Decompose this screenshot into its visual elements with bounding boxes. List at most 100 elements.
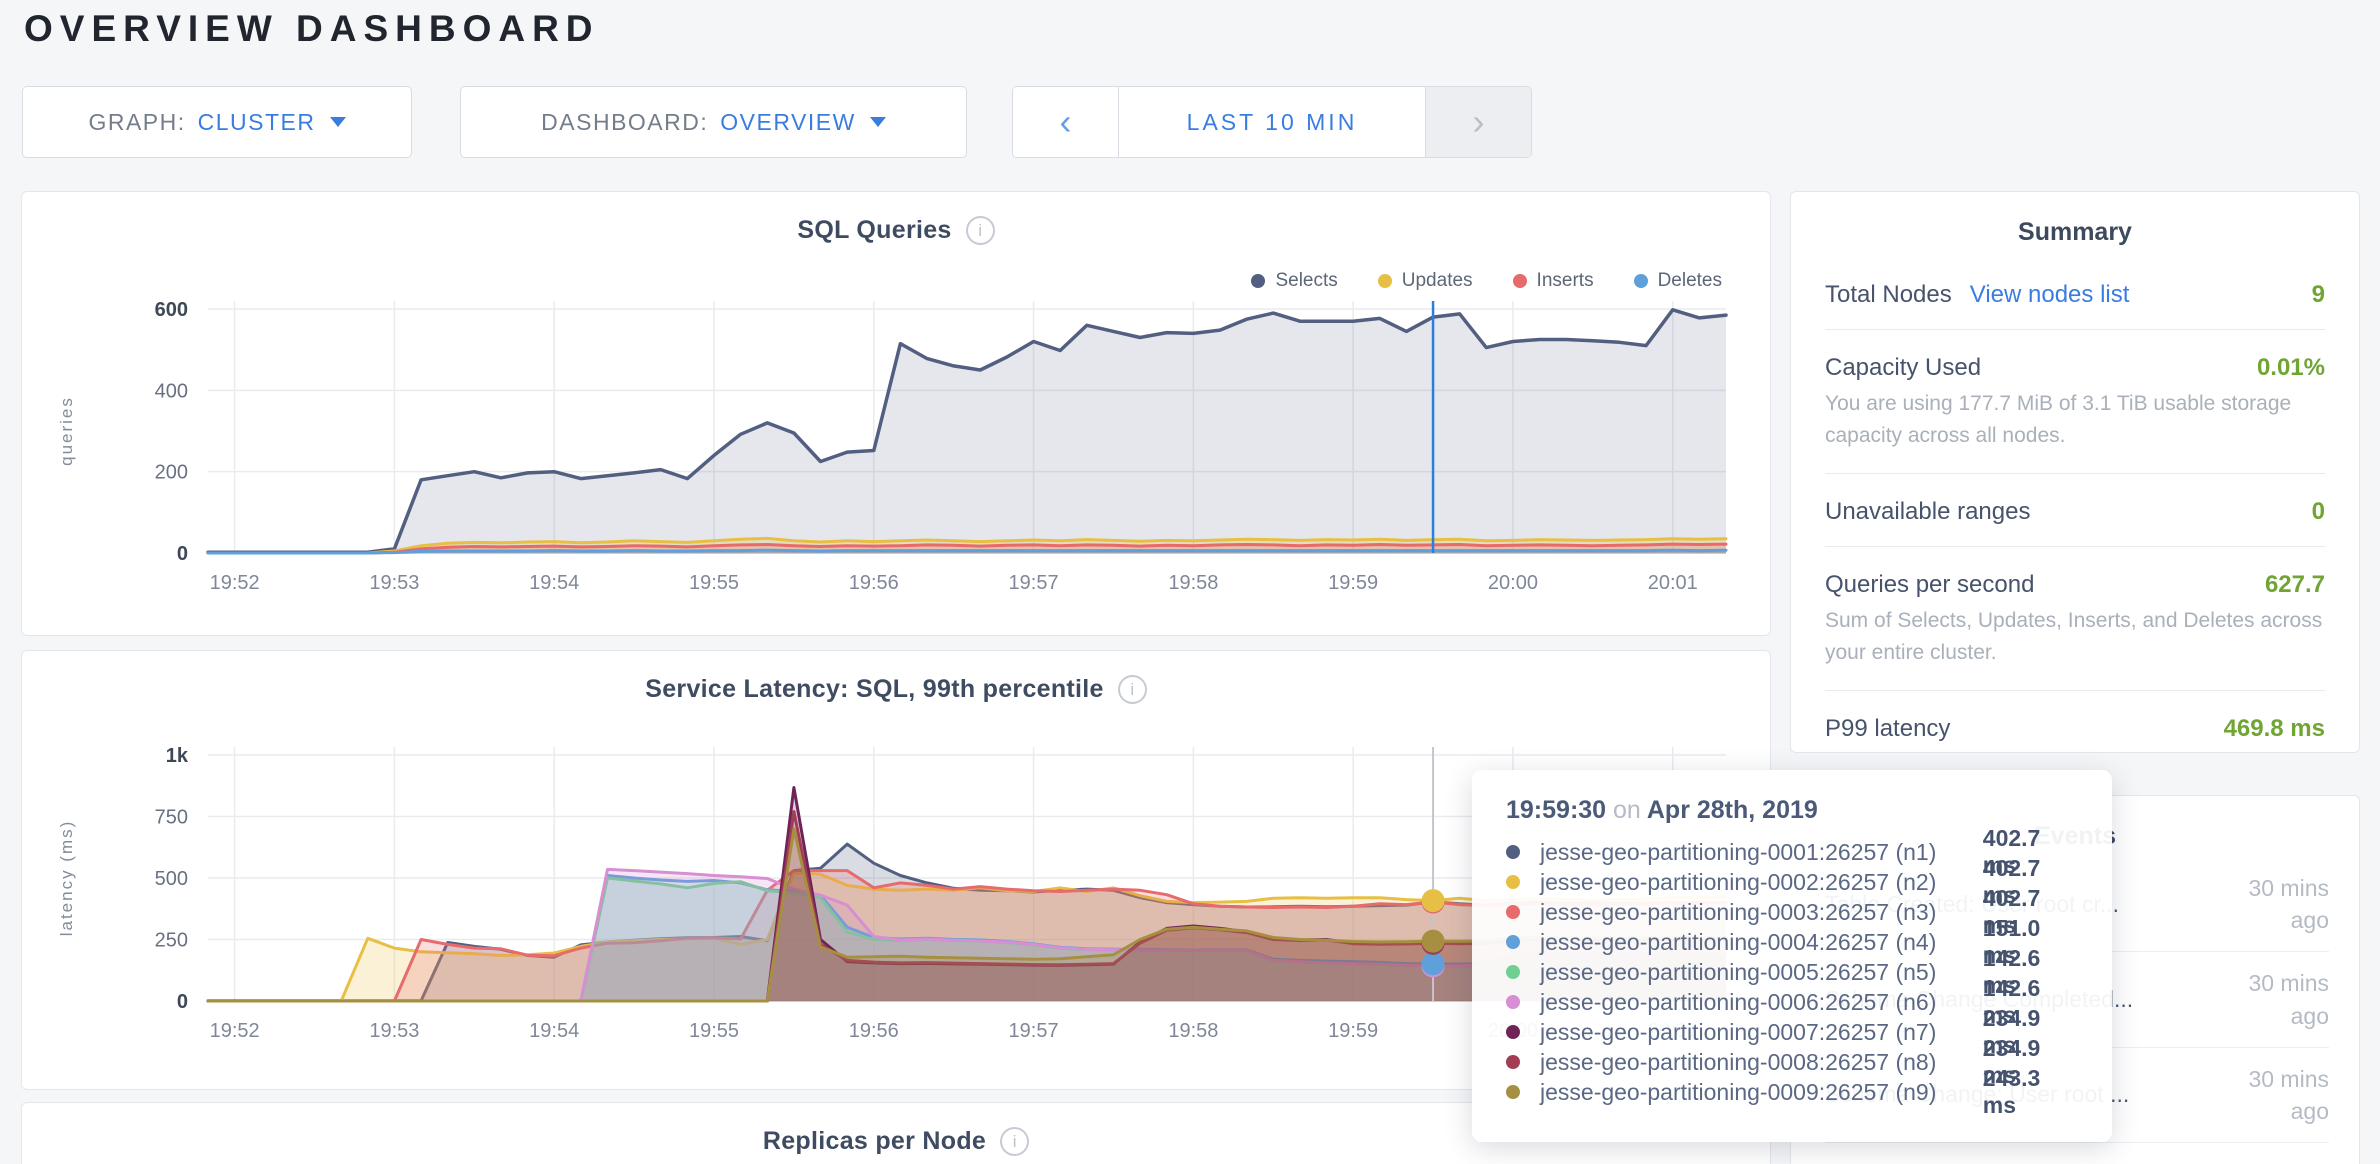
tooltip-timestamp: 19:59:30 on Apr 28th, 2019	[1506, 796, 2078, 825]
y-axis-tick: 500	[155, 868, 188, 890]
chart-title-replicas-per-node: Replicas per Node	[763, 1127, 986, 1156]
event-time: 30 mins ago	[2211, 967, 2329, 1031]
tooltip-on: on	[1613, 796, 1641, 824]
chevron-down-icon	[330, 117, 346, 127]
x-axis-tick: 19:55	[689, 572, 739, 594]
tooltip-node-name: jesse-geo-partitioning-0005:26257 (n5)	[1540, 959, 1983, 986]
overview-dashboard-page: OVERVIEW DASHBOARD GRAPH: CLUSTER DASHBO…	[0, 0, 2380, 1164]
chevron-down-icon	[870, 117, 886, 127]
qps-note: Sum of Selects, Updates, Inserts, and De…	[1825, 599, 2325, 691]
view-nodes-list-link[interactable]: View nodes list	[1970, 281, 2130, 309]
y-axis-tick: 600	[155, 299, 188, 321]
summary-row-unavailable-ranges: Unavailable ranges 0	[1825, 474, 2325, 547]
qps-label: Queries per second	[1825, 571, 2034, 599]
x-axis-tick: 19:58	[1168, 1020, 1218, 1042]
tooltip-node-name: jesse-geo-partitioning-0008:26257 (n8)	[1540, 1049, 1983, 1076]
y-axis-tick: 0	[177, 543, 188, 565]
y-axis-tick: 250	[155, 930, 188, 952]
x-axis-tick: 19:55	[689, 1020, 739, 1042]
total-nodes-label: Total Nodes	[1825, 281, 1952, 309]
tooltip-node-name: jesse-geo-partitioning-0009:26257 (n9)	[1540, 1079, 1983, 1106]
series-dot-icon	[1506, 1085, 1520, 1099]
info-icon[interactable]: i	[966, 216, 995, 245]
hover-marker	[1422, 930, 1445, 953]
series-dot-icon	[1506, 1025, 1520, 1039]
tooltip-node-name: jesse-geo-partitioning-0003:26257 (n3)	[1540, 899, 1983, 926]
x-axis-tick: 19:57	[1009, 1020, 1059, 1042]
dashboard-dropdown[interactable]: DASHBOARD: OVERVIEW	[460, 86, 967, 158]
series-dot-icon	[1506, 995, 1520, 1009]
chevron-left-icon: ‹	[1060, 101, 1072, 143]
sql-queries-chart[interactable]: 020040060019:5219:5319:5419:5519:5619:57…	[48, 281, 1748, 613]
hover-marker	[1422, 889, 1445, 912]
x-axis-tick: 19:56	[849, 1020, 899, 1042]
y-axis-tick: 750	[155, 807, 188, 829]
hover-marker	[1422, 952, 1445, 975]
graph-dropdown[interactable]: GRAPH: CLUSTER	[22, 86, 412, 158]
series-dot-icon	[1506, 935, 1520, 949]
y-axis-label: queries	[57, 396, 76, 466]
info-icon[interactable]: i	[1000, 1127, 1029, 1156]
x-axis-tick: 19:53	[369, 572, 419, 594]
dashboard-dropdown-label: DASHBOARD:	[541, 109, 708, 136]
p99-latency-value: 469.8 ms	[2224, 715, 2325, 743]
x-axis-tick: 19:57	[1009, 572, 1059, 594]
summary-row-qps: Queries per second 627.7	[1825, 547, 2325, 607]
y-axis-label: latency (ms)	[57, 820, 76, 937]
time-window-label[interactable]: LAST 10 MIN	[1119, 87, 1425, 157]
chevron-right-icon: ›	[1473, 101, 1485, 143]
x-axis-tick: 19:53	[369, 1020, 419, 1042]
unavailable-ranges-label: Unavailable ranges	[1825, 498, 2030, 526]
tooltip-node-name: jesse-geo-partitioning-0006:26257 (n6)	[1540, 989, 1983, 1016]
page-title: OVERVIEW DASHBOARD	[24, 8, 600, 50]
tooltip-date: Apr 28th, 2019	[1647, 796, 1818, 824]
series-dot-icon	[1506, 845, 1520, 859]
x-axis-tick: 20:01	[1648, 572, 1698, 594]
tooltip-node-value: 243.3 ms	[1983, 1065, 2078, 1119]
event-row: Table Created: User root cr...30 mins ag…	[1825, 1143, 2329, 1164]
time-next-button[interactable]: ›	[1425, 87, 1531, 157]
summary-title: Summary	[1791, 192, 2359, 247]
series-dot-icon	[1506, 965, 1520, 979]
x-axis-tick: 19:59	[1328, 572, 1378, 594]
event-time: 30 mins ago	[2211, 1158, 2329, 1164]
info-icon[interactable]: i	[1118, 675, 1147, 704]
x-axis-tick: 20:00	[1488, 572, 1538, 594]
chart-title-sql-queries: SQL Queries	[797, 216, 951, 245]
chart-hover-tooltip: 19:59:30 on Apr 28th, 2019 jesse-geo-par…	[1472, 770, 2112, 1142]
chart-title-service-latency: Service Latency: SQL, 99th percentile	[645, 675, 1104, 704]
y-axis-tick: 200	[155, 462, 188, 484]
graph-dropdown-label: GRAPH:	[88, 109, 185, 136]
x-axis-tick: 19:54	[529, 1020, 579, 1042]
series-dot-icon	[1506, 1055, 1520, 1069]
time-prev-button[interactable]: ‹	[1013, 87, 1119, 157]
graph-dropdown-value: CLUSTER	[198, 109, 316, 136]
y-axis-tick: 0	[177, 991, 188, 1013]
event-time: 30 mins ago	[2211, 872, 2329, 936]
series-dot-icon	[1506, 875, 1520, 889]
summary-panel: Summary Total Nodes View nodes list 9 Ca…	[1790, 191, 2360, 753]
y-axis-tick: 400	[155, 380, 188, 402]
p99-latency-label: P99 latency	[1825, 715, 1950, 743]
tooltip-row: jesse-geo-partitioning-0009:26257 (n9)24…	[1506, 1077, 2078, 1107]
y-axis-tick: 1k	[166, 745, 189, 767]
capacity-value: 0.01%	[2257, 354, 2325, 382]
tooltip-node-name: jesse-geo-partitioning-0007:26257 (n7)	[1540, 1019, 1983, 1046]
total-nodes-value: 9	[2312, 281, 2325, 309]
summary-row-p99-latency: P99 latency 469.8 ms	[1825, 691, 2325, 763]
x-axis-tick: 19:52	[210, 572, 260, 594]
time-window-selector: ‹ LAST 10 MIN ›	[1012, 86, 1532, 158]
summary-row-total-nodes: Total Nodes View nodes list 9	[1825, 257, 2325, 330]
event-time: 30 mins ago	[2211, 1063, 2329, 1127]
tooltip-time: 19:59:30	[1506, 796, 1606, 824]
capacity-label: Capacity Used	[1825, 354, 1981, 382]
x-axis-tick: 19:58	[1168, 572, 1218, 594]
tooltip-node-name: jesse-geo-partitioning-0004:26257 (n4)	[1540, 929, 1983, 956]
dashboard-dropdown-value: OVERVIEW	[720, 109, 856, 136]
unavailable-ranges-value: 0	[2312, 498, 2325, 526]
tooltip-node-name: jesse-geo-partitioning-0001:26257 (n1)	[1540, 839, 1983, 866]
qps-value: 627.7	[2265, 571, 2325, 599]
x-axis-tick: 19:56	[849, 572, 899, 594]
series-dot-icon	[1506, 905, 1520, 919]
x-axis-tick: 19:59	[1328, 1020, 1378, 1042]
